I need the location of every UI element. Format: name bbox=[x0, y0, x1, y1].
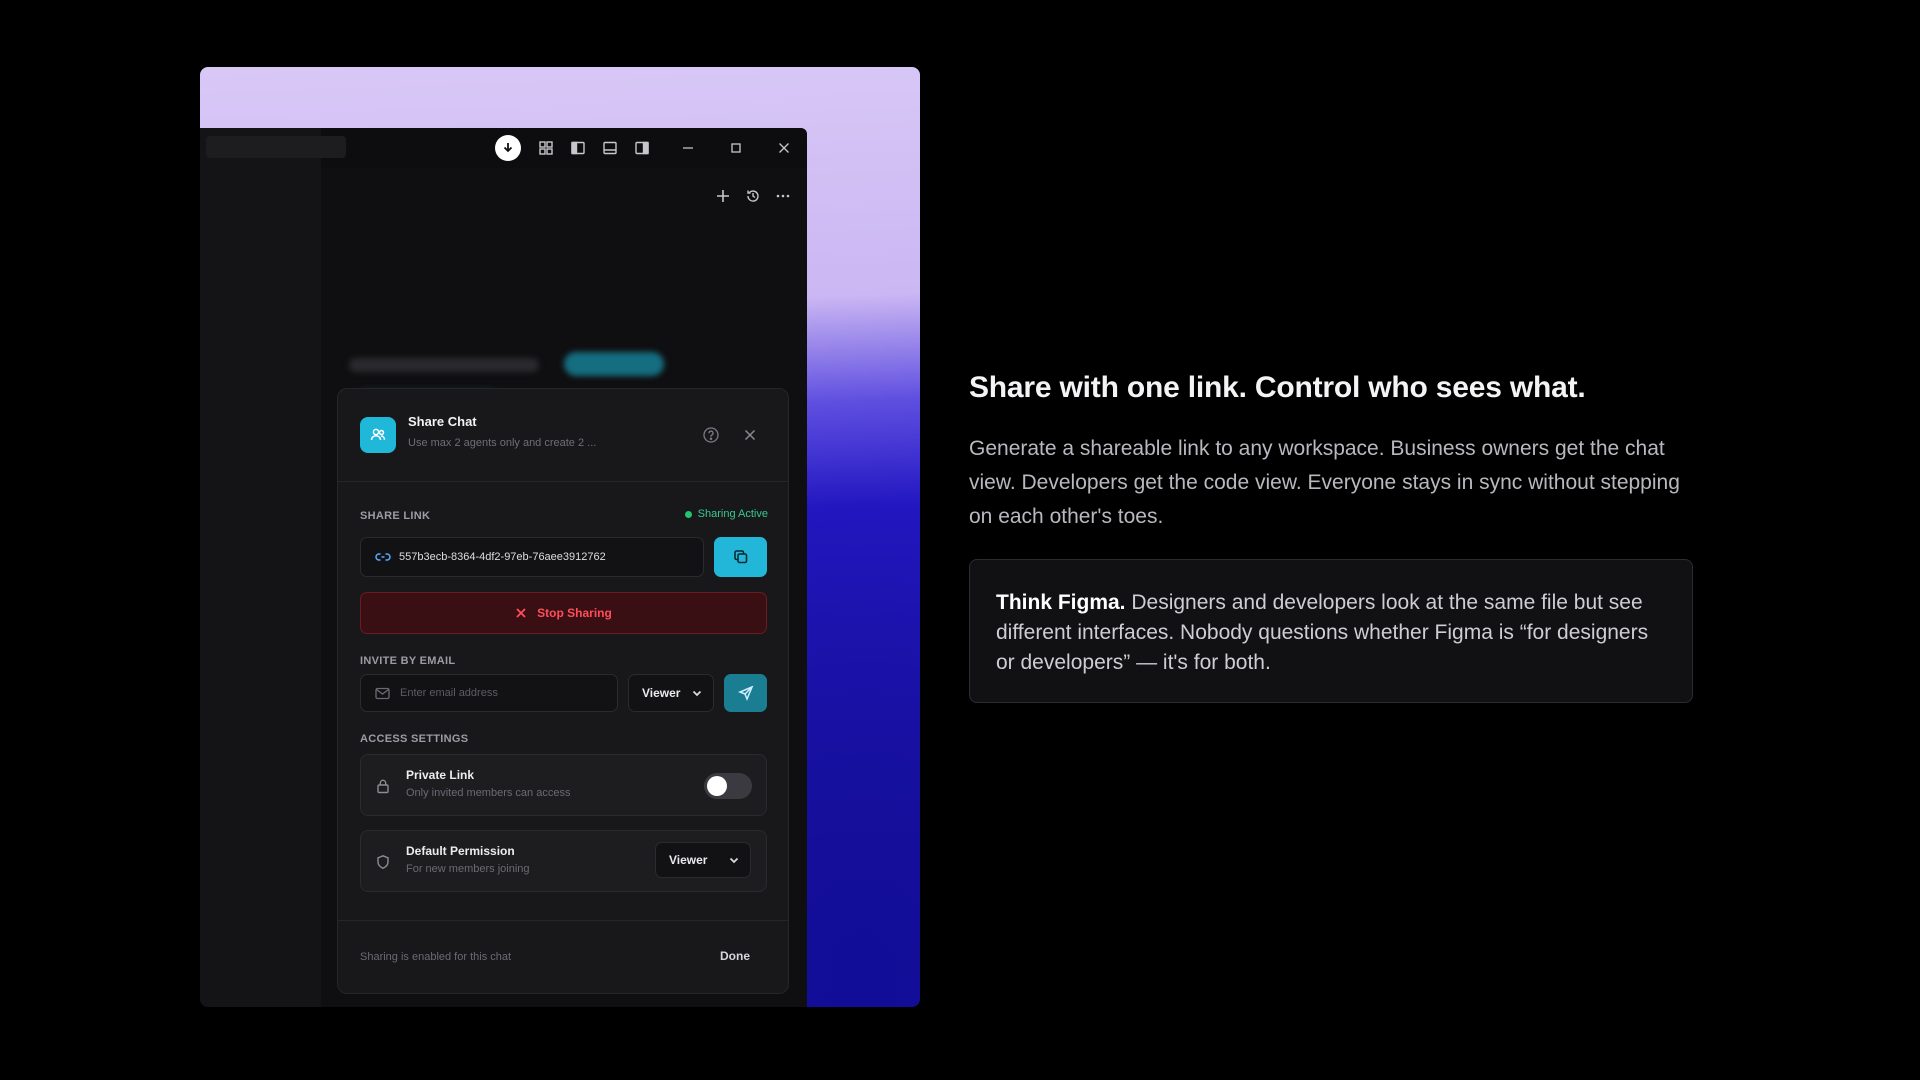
link-icon bbox=[375, 550, 391, 564]
window-titlebar bbox=[200, 128, 807, 168]
default-permission-subtitle: For new members joining bbox=[406, 863, 530, 875]
invite-role-select[interactable]: Viewer bbox=[628, 674, 714, 712]
invite-email-field[interactable] bbox=[360, 674, 618, 712]
showcase-card: Share Chat Use max 2 agents only and cre… bbox=[200, 67, 920, 1007]
default-permission-title: Default Permission bbox=[406, 844, 515, 858]
blurred-pill bbox=[564, 352, 664, 376]
dialog-close-icon[interactable] bbox=[742, 427, 758, 443]
share-link-label: SHARE LINK bbox=[360, 510, 431, 522]
chevron-down-icon bbox=[729, 857, 739, 864]
panel-left-icon[interactable] bbox=[565, 135, 591, 161]
dialog-footer: Sharing is enabled for this chat Done bbox=[338, 920, 788, 993]
lock-icon bbox=[375, 778, 391, 794]
default-permission-select[interactable]: Viewer bbox=[655, 842, 751, 878]
maximize-icon[interactable] bbox=[721, 135, 751, 161]
private-link-toggle[interactable] bbox=[704, 773, 752, 799]
headline: Share with one link. Control who sees wh… bbox=[969, 371, 1586, 404]
sharing-status-badge: Sharing Active bbox=[684, 508, 768, 520]
share-link-field[interactable]: 557b3ecb-8364-4df2-97eb-76aee3912762 bbox=[360, 537, 704, 577]
app-window: Share Chat Use max 2 agents only and cre… bbox=[200, 128, 807, 1007]
chevron-down-icon bbox=[692, 690, 702, 697]
layout-grid-icon[interactable] bbox=[533, 135, 559, 161]
send-invite-button[interactable] bbox=[724, 674, 767, 712]
status-dot bbox=[684, 510, 692, 518]
dialog-subtitle: Use max 2 agents only and create 2 ... bbox=[408, 437, 597, 449]
dialog-header: Share Chat Use max 2 agents only and cre… bbox=[338, 389, 788, 482]
done-button[interactable]: Done bbox=[720, 949, 750, 963]
invite-by-email-label: INVITE BY EMAIL bbox=[360, 655, 456, 667]
private-link-setting: Private Link Only invited members can ac… bbox=[360, 754, 767, 816]
quote-card: Think Figma. Designers and developers lo… bbox=[969, 559, 1693, 703]
users-icon bbox=[360, 417, 396, 453]
download-icon[interactable] bbox=[495, 135, 521, 161]
email-input[interactable] bbox=[400, 687, 600, 699]
access-settings-label: ACCESS SETTINGS bbox=[360, 733, 469, 745]
quote-lead: Think Figma. bbox=[996, 591, 1126, 614]
window-close-icon[interactable] bbox=[769, 135, 799, 161]
sharing-status-text: Sharing Active bbox=[697, 508, 768, 520]
history-icon[interactable] bbox=[743, 186, 763, 206]
left-pane bbox=[200, 128, 346, 1007]
mail-icon bbox=[375, 687, 390, 700]
x-icon bbox=[516, 608, 526, 618]
help-icon[interactable] bbox=[702, 426, 720, 444]
share-chat-dialog: Share Chat Use max 2 agents only and cre… bbox=[337, 388, 789, 994]
private-link-subtitle: Only invited members can access bbox=[406, 787, 571, 799]
panel-right-icon[interactable] bbox=[629, 135, 655, 161]
send-icon bbox=[737, 685, 753, 701]
stop-sharing-label: Stop Sharing bbox=[537, 606, 612, 620]
more-options-icon[interactable] bbox=[773, 186, 793, 206]
minimize-icon[interactable] bbox=[673, 135, 703, 161]
footer-status-text: Sharing is enabled for this chat bbox=[360, 951, 512, 963]
invite-role-value: Viewer bbox=[642, 686, 681, 700]
panel-bottom-icon[interactable] bbox=[597, 135, 623, 161]
body-copy: Generate a shareable link to any workspa… bbox=[969, 437, 1680, 528]
private-link-title: Private Link bbox=[406, 768, 475, 782]
toggle-knob bbox=[707, 776, 727, 796]
default-permission-value: Viewer bbox=[669, 853, 708, 867]
plus-icon[interactable] bbox=[713, 186, 733, 206]
copy-icon bbox=[733, 550, 747, 564]
chat-toolbar bbox=[713, 186, 793, 206]
stop-sharing-button[interactable]: Stop Sharing bbox=[360, 592, 767, 634]
shield-icon bbox=[375, 854, 391, 870]
default-permission-setting: Default Permission For new members joini… bbox=[360, 830, 767, 892]
share-link-value: 557b3ecb-8364-4df2-97eb-76aee3912762 bbox=[399, 551, 606, 563]
dialog-title: Share Chat bbox=[408, 414, 477, 429]
copy-link-button[interactable] bbox=[714, 537, 767, 577]
blurred-heading bbox=[349, 358, 539, 372]
